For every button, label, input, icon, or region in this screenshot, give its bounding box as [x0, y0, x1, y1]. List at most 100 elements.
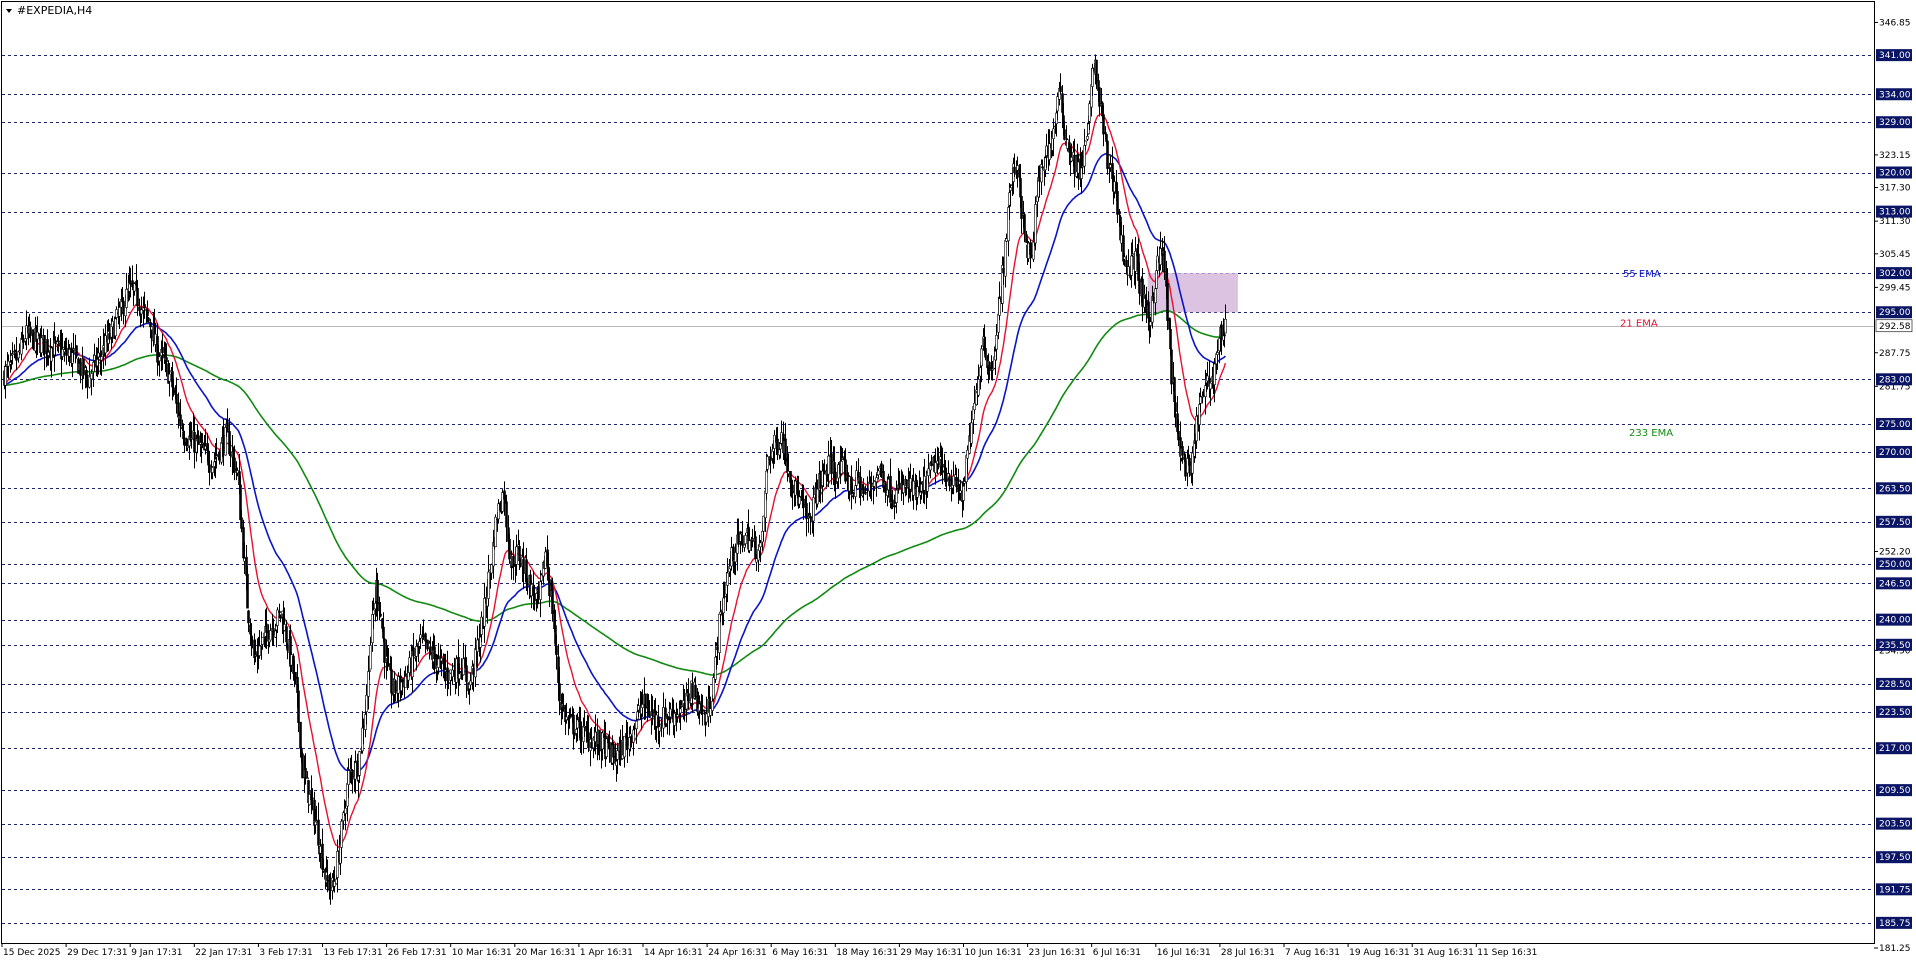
x-tick-label: 20 Mar 16:31 [516, 948, 576, 958]
candle-body [1091, 68, 1094, 87]
candle-body [741, 535, 744, 546]
candle-body [347, 770, 350, 785]
candle-body [446, 667, 449, 681]
candle-body [844, 459, 847, 482]
candle-body [369, 645, 372, 670]
candle-body [204, 445, 207, 450]
candle-body [211, 467, 214, 473]
candle-body [1041, 166, 1044, 169]
candle-body [816, 488, 819, 505]
candle-body [285, 626, 288, 643]
ema-21-label: 21 EMA [1620, 318, 1658, 329]
x-tick-label: 28 Jul 16:31 [1221, 948, 1275, 958]
candle-body [1213, 363, 1216, 385]
candle-body [941, 463, 944, 468]
candle-body [1120, 234, 1123, 244]
x-tick-label: 26 Feb 17:31 [388, 948, 447, 958]
candle-body [193, 431, 196, 453]
candle-body [1141, 278, 1144, 307]
candle-body [687, 693, 690, 701]
candle-body [136, 287, 139, 307]
level-label: 313.00 [1879, 208, 1911, 218]
candle-body [415, 646, 418, 657]
candle-body [722, 597, 725, 614]
x-tick-label: 7 Aug 16:31 [1285, 948, 1340, 958]
candle-body [1195, 416, 1198, 442]
candle-body [138, 306, 141, 311]
candle-body [791, 484, 794, 493]
level-label: 185.75 [1879, 919, 1911, 929]
candle-body [358, 751, 361, 776]
candle-body [97, 352, 100, 358]
candle-body [945, 480, 948, 482]
candle-body [623, 735, 626, 758]
candle-body [90, 373, 93, 380]
candle-body [991, 368, 994, 371]
candle-body [317, 819, 320, 846]
candle-body [616, 750, 619, 760]
candle-body [723, 595, 726, 598]
x-tick-label: 10 Jun 16:31 [965, 948, 1022, 958]
candle-body [376, 579, 379, 605]
candle-body [1013, 166, 1016, 174]
level-label: 270.00 [1879, 448, 1911, 458]
x-tick-label: 31 Aug 16:31 [1413, 948, 1474, 958]
candle-body [93, 355, 96, 361]
candle-body [154, 333, 157, 345]
level-label: 320.00 [1879, 169, 1911, 179]
candle-body [143, 304, 146, 309]
candle-body [179, 414, 182, 426]
candle-body [168, 373, 171, 382]
candle-body [118, 307, 121, 317]
candle-body [812, 497, 815, 522]
candle-body [269, 630, 272, 641]
candle-body [1170, 349, 1173, 385]
candle-body [465, 665, 468, 682]
candle-body [608, 742, 611, 750]
candle-body [129, 282, 132, 285]
candle-body [1169, 329, 1172, 350]
candle-body [258, 645, 261, 656]
x-tick-label: 1 Apr 16:31 [580, 948, 633, 958]
candle-body [372, 609, 375, 615]
candle-body [243, 558, 246, 562]
candle-body [572, 714, 575, 735]
candle-body [161, 346, 164, 354]
candle-body [1202, 394, 1205, 397]
candle-body [412, 647, 415, 657]
candle-body [1206, 375, 1209, 382]
candle-body [508, 538, 511, 560]
candle-body [1023, 214, 1026, 235]
ema-55-label: 55 EMA [1623, 269, 1661, 280]
level-label: 250.00 [1879, 560, 1911, 570]
candle-body [125, 288, 128, 308]
candle-body [344, 807, 347, 814]
level-label: 246.50 [1879, 579, 1911, 589]
candle-body [86, 379, 89, 388]
axis-tick-label: 346.85 [1879, 18, 1911, 28]
candle-body [1098, 87, 1101, 107]
candle-body [1181, 446, 1184, 456]
candle-body [873, 481, 876, 487]
candle-body [190, 437, 193, 440]
candle-body [798, 496, 801, 505]
candle-body [104, 335, 107, 354]
x-tick-label: 13 Feb 17:31 [324, 948, 383, 958]
candle-body [1123, 256, 1126, 260]
candle-body [1088, 103, 1091, 122]
candle-body [1125, 259, 1128, 268]
candle-body [1109, 164, 1112, 168]
axis-tick-label: 181.25 [1879, 944, 1911, 954]
candle-body [1113, 181, 1116, 193]
candle-body [1030, 254, 1033, 257]
candle-body [734, 552, 737, 563]
candle-body [555, 645, 558, 656]
axis-tick-label: 317.30 [1879, 184, 1911, 194]
candle-body [40, 337, 43, 354]
candle-body [877, 470, 880, 476]
candle-body [175, 394, 178, 404]
candle-body [387, 663, 390, 665]
candle-body [299, 721, 302, 749]
candle-body [977, 379, 980, 396]
candle-body [236, 470, 239, 474]
